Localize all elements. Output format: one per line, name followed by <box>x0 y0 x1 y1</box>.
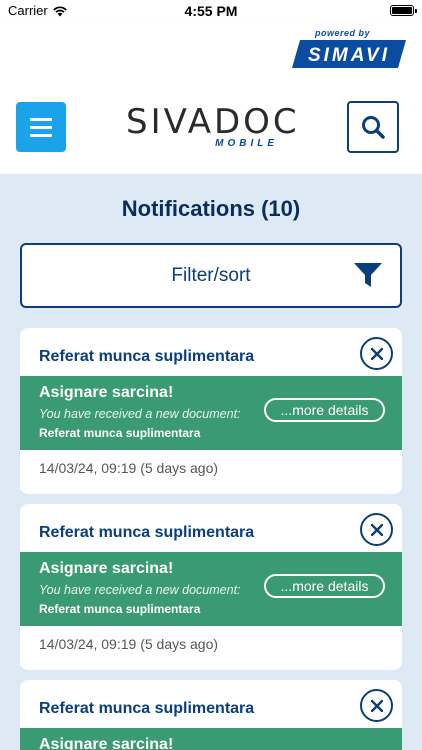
more-details-button[interactable]: ...more details <box>264 574 385 598</box>
page-title: Notifications (10) <box>121 196 301 221</box>
powered-by-bar: powered by SIMAVI <box>0 22 422 74</box>
notification-card: Referat munca suplimentara Asignare sarc… <box>20 680 402 750</box>
simavi-logo: SIMAVI <box>292 40 406 68</box>
notification-title[interactable]: Referat munca suplimentara <box>39 700 254 718</box>
notification-title[interactable]: Referat munca suplimentara <box>39 348 254 366</box>
sivadoc-logo: SIVADOC MOBILE <box>126 102 300 154</box>
notification-card: Referat munca suplimentara Asignare sarc… <box>20 504 402 670</box>
more-details-button[interactable]: ...more details <box>264 398 385 422</box>
close-icon <box>370 699 383 712</box>
notification-heading: Asignare sarcina! <box>39 736 174 750</box>
dismiss-button[interactable] <box>360 689 393 722</box>
status-bar: Carrier 4:55 PM <box>0 0 422 22</box>
menu-button[interactable] <box>16 102 66 152</box>
battery-icon <box>390 5 417 16</box>
notification-timestamp: 14/03/24, 09:19 (5 days ago) <box>39 636 219 652</box>
brand-name: SIVADOC <box>126 102 300 142</box>
brand-sub: MOBILE <box>215 138 278 149</box>
notification-heading: Asignare sarcina! <box>39 560 174 577</box>
hamburger-icon-line <box>30 117 52 121</box>
dismiss-button[interactable] <box>360 513 393 546</box>
notification-document: Referat munca suplimentara <box>39 602 201 616</box>
status-time: 4:55 PM <box>184 3 238 19</box>
notification-timestamp: 14/03/24, 09:19 (5 days ago) <box>39 460 219 476</box>
filter-icon <box>354 263 382 287</box>
notification-body: Asignare sarcina! <box>20 728 402 750</box>
notification-body: Asignare sarcina! You have received a ne… <box>20 376 402 450</box>
notification-body: Asignare sarcina! You have received a ne… <box>20 552 402 626</box>
search-button[interactable] <box>347 101 399 153</box>
hamburger-icon-line <box>30 133 52 137</box>
hamburger-icon-line <box>30 125 52 129</box>
filter-sort-button[interactable]: Filter/sort <box>20 243 402 308</box>
notification-heading: Asignare sarcina! <box>39 384 174 401</box>
notification-subtitle: You have received a new document: <box>39 407 241 421</box>
close-icon <box>370 347 383 360</box>
notification-title[interactable]: Referat munca suplimentara <box>39 524 254 542</box>
notification-subtitle: You have received a new document: <box>39 583 241 597</box>
notification-card: Referat munca suplimentara Asignare sarc… <box>20 328 402 494</box>
notification-document: Referat munca suplimentara <box>39 426 201 440</box>
powered-by-text: powered by <box>314 28 370 38</box>
app-header: SIVADOC MOBILE <box>0 74 422 174</box>
filter-sort-label: Filter/sort <box>171 265 251 286</box>
search-icon <box>362 116 385 139</box>
simavi-logo-text: SIMAVI <box>308 45 390 66</box>
close-icon <box>370 523 383 536</box>
dismiss-button[interactable] <box>360 337 393 370</box>
